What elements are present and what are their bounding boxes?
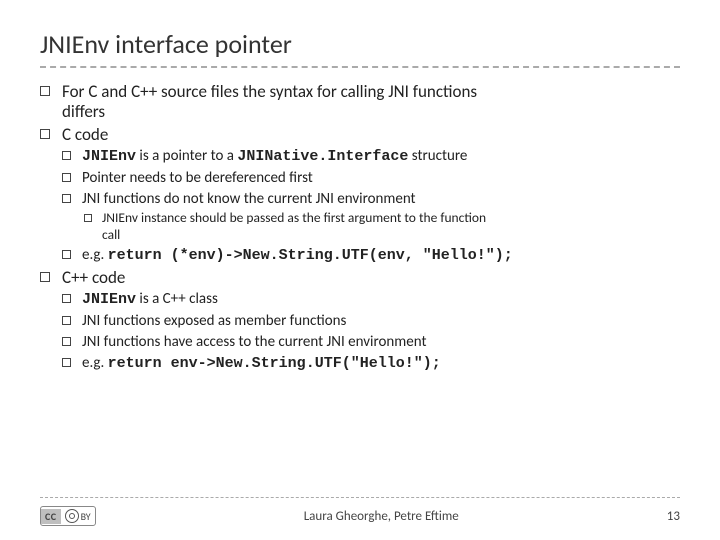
code-text: return env->New.String.UTF("Hello!");	[108, 355, 441, 372]
slide-title: JNIEnv interface pointer	[40, 28, 680, 68]
text: BY	[81, 510, 91, 523]
text: JNI functions do not know the current JN…	[82, 190, 416, 208]
bullet-l2: JNI functions exposed as member function…	[62, 312, 680, 331]
cc-by: BY	[61, 508, 95, 524]
page-number: 13	[667, 509, 680, 524]
code-text: return (*env)->New.String.UTF(env, "Hell…	[108, 247, 513, 264]
code-text: JNIEnv	[82, 148, 136, 165]
bullet-l2: e.g. return env->New.String.UTF("Hello!"…	[62, 354, 680, 374]
bullet-l2: JNIEnv is a pointer to a JNINative.Inter…	[62, 147, 680, 167]
bullet-l2: e.g. return (*env)->New.String.UTF(env, …	[62, 246, 680, 266]
text: Pointer needs to be dereferenced first	[82, 169, 313, 187]
text: e.g.	[82, 246, 108, 264]
cc-label: CC	[41, 509, 61, 524]
bullet-l1: C++ code	[40, 268, 680, 288]
text: call	[102, 226, 120, 243]
text: C code	[62, 124, 108, 145]
text: differs	[62, 101, 105, 122]
text: C++ code	[62, 267, 125, 288]
text: JNIEnv instance should be passed as the …	[102, 209, 486, 226]
code-text: JNINative.Interface	[237, 148, 408, 165]
bullet-l3: JNIEnv instance should be passed as the …	[84, 210, 680, 244]
person-icon	[65, 509, 79, 523]
bullet-l2: JNI functions have access to the current…	[62, 333, 680, 352]
text: structure	[408, 147, 467, 165]
slide: JNIEnv interface pointer For C and C++ s…	[0, 0, 720, 373]
bullet-l1: For C and C++ source files the syntax fo…	[40, 82, 680, 123]
text: is a pointer to a	[136, 147, 237, 165]
footer-authors: Laura Gheorghe, Petre Eftime	[304, 509, 459, 524]
footer: CC BY Laura Gheorghe, Petre Eftime 13	[0, 497, 720, 526]
text: JNI functions exposed as member function…	[82, 312, 346, 330]
text: For C and C++ source files the syntax fo…	[62, 81, 477, 102]
footer-divider	[40, 497, 680, 506]
bullet-l1: C code	[40, 125, 680, 145]
text: is a C++ class	[136, 290, 218, 308]
bullet-l2: Pointer needs to be dereferenced first	[62, 169, 680, 188]
cc-by-icon: CC BY	[40, 506, 96, 526]
code-text: JNIEnv	[82, 291, 136, 308]
bullet-l2: JNI functions do not know the current JN…	[62, 190, 680, 209]
text: JNI functions have access to the current…	[82, 333, 426, 351]
text: e.g.	[82, 354, 108, 372]
footer-row: CC BY Laura Gheorghe, Petre Eftime 13	[40, 506, 680, 526]
bullet-l2: JNIEnv is a C++ class	[62, 290, 680, 310]
